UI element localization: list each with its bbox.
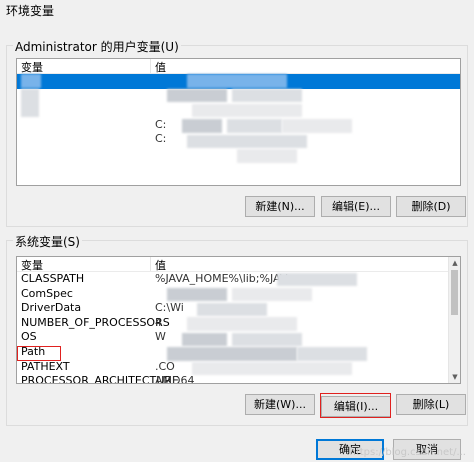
row-value: C:	[155, 132, 167, 146]
scroll-up-icon[interactable]: ▲	[449, 257, 460, 269]
row-name: PROCESSOR_ARCHITECTURE	[21, 374, 179, 384]
window-title: 环境变量	[6, 4, 55, 18]
system-variables-list[interactable]: 变量 值 CLASSPATH %JAVA_HOME%\lib;%JAV ComS…	[16, 256, 461, 384]
redaction-mosaic	[237, 149, 297, 163]
redaction-mosaic	[187, 74, 287, 88]
row-name: NUMBER_OF_PROCESSORS	[21, 315, 170, 329]
column-header-name[interactable]: 变量	[17, 257, 151, 272]
vertical-scrollbar[interactable]: ▲ ▼	[448, 257, 460, 383]
user-variables-list[interactable]: 变量 值 C: C:	[16, 58, 461, 186]
row-value: %JAVA_HOME%\lib;%JAV	[155, 272, 288, 285]
row-value: C:\Wi	[155, 301, 184, 315]
redaction-mosaic	[187, 317, 297, 331]
redaction-mosaic	[167, 347, 297, 361]
column-header-value[interactable]: 值	[151, 59, 166, 74]
edit-highlight-box	[320, 393, 391, 418]
column-header-value[interactable]: 值	[151, 257, 166, 272]
user-new-button[interactable]: 新建(N)...	[245, 196, 315, 217]
scroll-thumb[interactable]	[451, 270, 458, 315]
row-name	[17, 132, 151, 147]
row-name: CLASSPATH	[21, 272, 85, 285]
table-row[interactable]: PROCESSOR_ARCHITECTURE AMD64	[17, 374, 460, 384]
row-value: 4	[155, 315, 162, 329]
row-value	[151, 287, 155, 302]
row-value	[151, 103, 155, 118]
row-value: .CO	[155, 359, 175, 373]
list-header: 变量 值	[17, 59, 460, 74]
redaction-mosaic	[192, 104, 302, 117]
row-value	[151, 345, 155, 360]
redaction-mosaic	[282, 119, 352, 133]
user-variables-label: Administrator 的用户变量(U)	[13, 38, 181, 55]
redaction-mosaic	[297, 347, 367, 361]
path-highlight-box	[17, 346, 61, 361]
redaction-mosaic	[167, 288, 227, 301]
row-value: W	[155, 330, 166, 344]
redaction-mosaic	[182, 333, 227, 346]
redaction-mosaic	[167, 89, 227, 102]
scroll-down-icon[interactable]: ▼	[449, 371, 460, 383]
column-header-name[interactable]: 变量	[17, 59, 151, 74]
redaction-mosaic	[182, 119, 222, 133]
row-value: AMD64	[155, 374, 195, 384]
redaction-mosaic	[21, 89, 39, 117]
list-header: 变量 值	[17, 257, 460, 272]
row-value	[151, 89, 155, 104]
row-value: C:	[155, 117, 167, 131]
redaction-mosaic	[187, 135, 307, 148]
user-delete-button[interactable]: 删除(D)	[396, 196, 466, 217]
user-edit-button[interactable]: 编辑(E)...	[321, 196, 391, 217]
redaction-mosaic	[192, 362, 352, 375]
row-value	[151, 74, 155, 89]
system-variables-label: 系统变量(S)	[13, 233, 82, 250]
table-row[interactable]: CLASSPATH %JAVA_HOME%\lib;%JAV	[17, 272, 460, 287]
row-name	[17, 118, 151, 133]
redaction-mosaic	[232, 333, 302, 346]
row-name: OS	[21, 330, 37, 344]
row-name: PATHEXT	[21, 359, 70, 373]
system-new-button[interactable]: 新建(W)...	[245, 394, 315, 415]
watermark: https://blog.csdn.net/...	[349, 447, 466, 458]
row-name: ComSpec	[21, 286, 73, 300]
redaction-mosaic	[227, 119, 282, 133]
redaction-mosaic	[232, 89, 302, 102]
redaction-mosaic	[277, 273, 357, 286]
system-delete-button[interactable]: 删除(L)	[396, 394, 466, 415]
redaction-mosaic	[21, 74, 41, 88]
redaction-mosaic	[197, 303, 267, 316]
redaction-mosaic	[232, 288, 312, 301]
row-name: DriverData	[21, 301, 82, 315]
